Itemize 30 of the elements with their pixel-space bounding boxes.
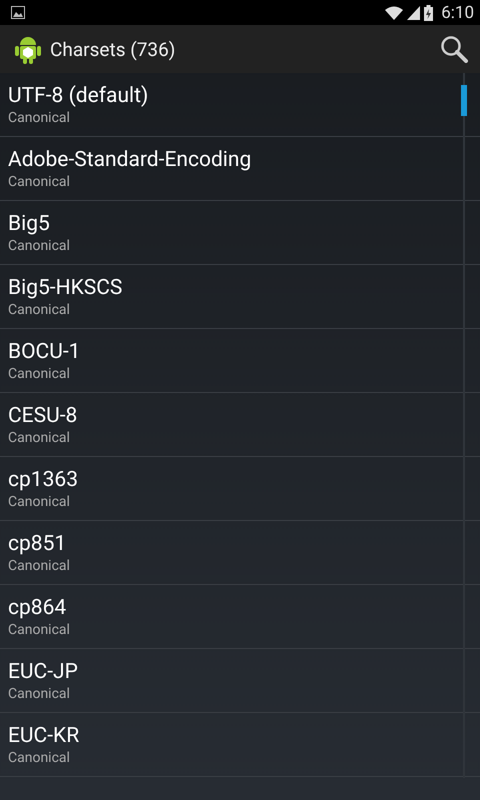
charset-name: cp851 <box>8 531 66 557</box>
charset-type: Canonical <box>8 429 70 447</box>
battery-icon <box>424 4 434 20</box>
charset-name: EUC-KR <box>8 723 80 749</box>
charset-name: UTF-8 (default) <box>8 83 148 109</box>
charset-name: Adobe-Standard-Encoding <box>8 147 252 173</box>
signal-icon <box>407 6 420 20</box>
charset-type: Canonical <box>8 685 70 703</box>
charset-name: cp1363 <box>8 467 78 493</box>
charset-type: Canonical <box>8 237 70 255</box>
charset-type: Canonical <box>8 301 70 319</box>
charset-type: Canonical <box>8 365 70 383</box>
status-time: 6:10 <box>441 2 474 22</box>
charset-name: Big5-HKSCS <box>8 275 122 301</box>
app-title: Charsets (736) <box>50 38 176 60</box>
charset-type: Canonical <box>8 493 70 511</box>
charset-type: Canonical <box>8 557 70 575</box>
charset-type: Canonical <box>8 621 70 639</box>
charset-name: Big5 <box>8 211 50 237</box>
scrollbar-thumb[interactable] <box>461 85 467 116</box>
charset-name: cp864 <box>8 595 66 621</box>
picture-notification-icon <box>11 6 25 19</box>
wifi-icon <box>385 6 404 20</box>
charset-name: BOCU-1 <box>8 339 80 365</box>
charset-name: CESU-8 <box>8 403 78 429</box>
charset-type: Canonical <box>8 749 70 767</box>
charset-type: Canonical <box>8 109 70 127</box>
charset-name: EUC-JP <box>8 659 78 685</box>
search-icon[interactable] <box>440 35 468 63</box>
charset-type: Canonical <box>8 173 70 191</box>
